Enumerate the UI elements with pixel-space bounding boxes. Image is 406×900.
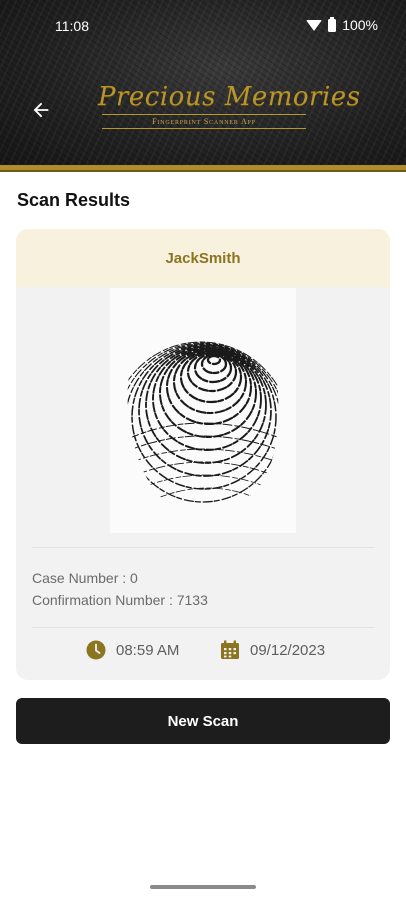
status-time: 11:08	[55, 18, 89, 34]
new-scan-button[interactable]: New Scan	[16, 698, 390, 744]
card-divider	[32, 547, 374, 548]
logo-title: Precious Memories	[98, 82, 361, 112]
scan-time: 08:59 AM	[86, 640, 179, 660]
header-bottom-edge	[0, 170, 406, 172]
app-logo: Precious Memories Fingerprint Scanner Ap…	[98, 82, 361, 138]
page-title: Scan Results	[17, 190, 131, 210]
logo-divider	[102, 128, 306, 129]
app-header: 11:08 100% Precious Memories Fingerprint…	[0, 0, 406, 172]
home-indicator[interactable]	[150, 885, 256, 889]
fingerprint-image	[110, 288, 296, 533]
status-indicators: 100%	[306, 16, 378, 33]
person-name: JackSmith	[165, 249, 241, 267]
card-header: JackSmith	[16, 229, 390, 287]
scan-details: Case Number : 0 Confirmation Number : 71…	[32, 567, 208, 611]
back-button[interactable]	[26, 95, 56, 125]
card-divider	[32, 627, 374, 628]
battery-percent: 100%	[342, 17, 378, 33]
logo-divider	[102, 114, 306, 115]
scan-result-card: JackSmith Case Number: 0 Confirmation N…	[16, 229, 390, 680]
scan-date: 09/12/2023	[220, 640, 325, 660]
calendar-icon	[221, 640, 239, 659]
wifi-icon	[306, 19, 323, 31]
scan-time-text: 08:59 AM	[116, 641, 180, 659]
clock-icon	[86, 640, 106, 660]
fingerprint-icon	[127, 341, 279, 511]
logo-subtitle: Fingerprint Scanner App	[152, 117, 256, 126]
battery-icon	[328, 16, 337, 32]
scan-date-text: 09/12/2023	[250, 641, 326, 659]
case-number: Case Number : 0	[32, 570, 138, 586]
arrow-left-icon	[33, 102, 49, 118]
status-bar: 11:08 100%	[0, 0, 406, 50]
confirmation-number: Confirmation Number : 7133	[32, 592, 208, 608]
